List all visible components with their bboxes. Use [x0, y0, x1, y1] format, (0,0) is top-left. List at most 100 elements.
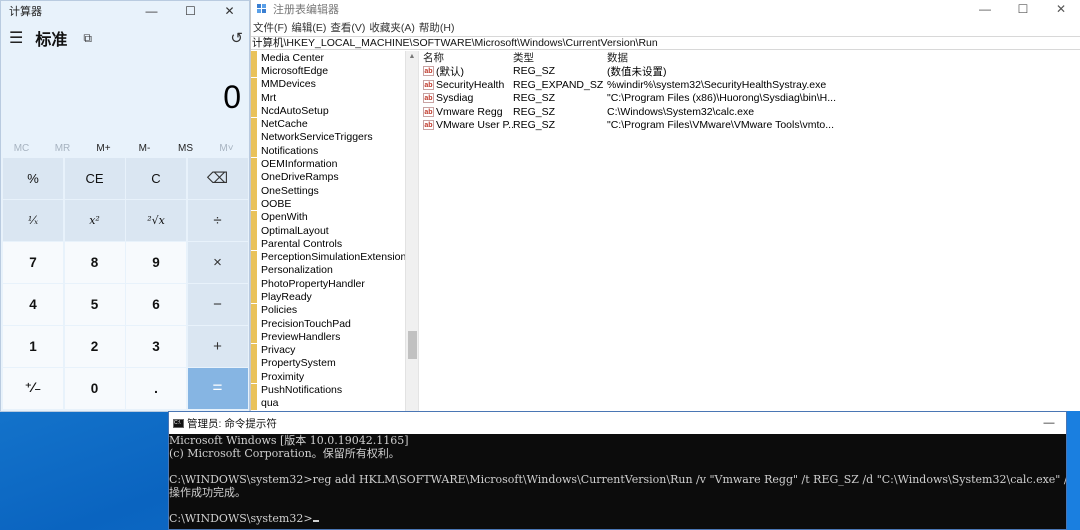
close-button[interactable]: ✕ [210, 1, 249, 21]
tree-item[interactable]: OOBE [251, 197, 406, 211]
tree-item[interactable]: Mrt [251, 91, 406, 105]
square-key[interactable]: x² [64, 200, 125, 241]
equals-key[interactable]: = [187, 368, 248, 409]
folder-icon [251, 224, 257, 237]
registry-value-row[interactable]: ab (默认) REG_SZ (数值未设置) [419, 65, 1080, 79]
decimal-key[interactable]: . [126, 368, 186, 409]
menu-help[interactable]: 帮助(H) [419, 20, 455, 35]
folder-icon [251, 51, 257, 65]
square-root-key[interactable]: ²√x [126, 200, 186, 241]
menu-view[interactable]: 查看(V) [330, 20, 365, 35]
tree-item[interactable]: NcdAutoSetup [251, 104, 406, 118]
cmd-titlebar[interactable]: C:\ 管理员: 命令提示符 — [169, 412, 1066, 434]
tree-item[interactable]: Media Center [251, 51, 406, 65]
minimize-button[interactable]: — [966, 0, 1004, 18]
folder-icon [251, 184, 257, 198]
tree-item[interactable]: Policies [251, 303, 406, 317]
history-icon[interactable]: ↺ [230, 29, 243, 47]
memory-subtract-button[interactable]: M- [124, 139, 165, 159]
tree-item[interactable]: OptimalLayout [251, 224, 406, 237]
menu-file[interactable]: 文件(F) [253, 20, 287, 35]
memory-recall-button[interactable]: MR [42, 139, 83, 159]
maximize-button[interactable]: ☐ [171, 1, 210, 21]
tree-item[interactable]: PerceptionSimulationExtensions [251, 250, 412, 264]
tree-item[interactable]: Privacy [251, 343, 406, 357]
minimize-button[interactable]: — [132, 1, 171, 21]
tree-item[interactable]: OneSettings [251, 184, 406, 198]
command-prompt-icon: C:\ [173, 418, 184, 428]
tree-item[interactable]: Personalization [251, 263, 406, 277]
value-name: SecurityHealth [436, 78, 505, 91]
tree-item[interactable]: OEMInformation [251, 157, 406, 171]
tree-item[interactable]: PlayReady [251, 290, 406, 304]
menu-favorites[interactable]: 收藏夹(A) [369, 20, 415, 35]
tree-item[interactable]: Notifications [251, 144, 406, 158]
folder-icon [251, 77, 257, 91]
reciprocal-key[interactable]: ¹⁄ₓ [3, 200, 63, 241]
memory-store-button[interactable]: MS [165, 139, 206, 159]
subtract-key[interactable]: − [187, 284, 248, 325]
tree-item[interactable]: OpenWith [251, 210, 406, 224]
tree-item[interactable]: PropertySystem [251, 356, 406, 370]
memory-clear-button[interactable]: MC [1, 139, 42, 159]
registry-value-row[interactable]: ab Vmware Regg REG_SZ C:\Windows\System32\c… [419, 105, 1080, 119]
registry-value-row[interactable]: ab Sysdiag REG_SZ "C:\Program Files (x86)\H… [419, 92, 1080, 106]
tree-item[interactable]: MicrosoftEdge [251, 64, 406, 78]
command-prompt-window[interactable]: C:\ 管理员: 命令提示符 — Microsoft Windows [版本 1… [168, 411, 1067, 530]
tree-item[interactable]: qua [251, 396, 406, 410]
menu-edit[interactable]: 编辑(E) [291, 20, 326, 35]
tree-item[interactable]: PrecisionTouchPad [251, 317, 406, 331]
scroll-up-arrow-icon[interactable]: ▲ [406, 51, 418, 63]
tree-item[interactable]: Proximity [251, 370, 406, 384]
registry-value-row[interactable]: ab VMware User P... REG_SZ "C:\Program File… [419, 119, 1080, 133]
address-bar[interactable]: 计算机\HKEY_LOCAL_MACHINE\SOFTWARE\Microsof… [251, 36, 1080, 50]
nine-key[interactable]: 9 [126, 242, 186, 283]
memory-add-button[interactable]: M+ [83, 139, 124, 159]
cmd-output-line: C:\WINDOWS\system32> [169, 512, 1066, 525]
clear-entry-key[interactable]: CE [64, 158, 125, 199]
minimize-button[interactable]: — [1032, 412, 1066, 434]
tree-item[interactable]: PhotoPropertyHandler [251, 277, 406, 291]
tree-item[interactable]: OneDriveRamps [251, 170, 406, 184]
registry-value-row[interactable]: ab SecurityHealth REG_EXPAND_SZ %windir%\sy… [419, 78, 1080, 92]
registry-key-tree[interactable]: Media Center MicrosoftEdge MMDevices Mrt Ncd… [251, 51, 419, 412]
backspace-key[interactable]: ⌫ [187, 158, 248, 199]
string-value-icon: ab [423, 106, 434, 117]
hamburger-menu-icon[interactable]: ☰ [9, 28, 23, 48]
four-key[interactable]: 4 [3, 284, 63, 325]
folder-icon [251, 237, 257, 251]
tree-item[interactable]: PushNotifications [251, 383, 406, 397]
two-key[interactable]: 2 [64, 326, 125, 367]
value-type: REG_SZ [513, 65, 556, 78]
memory-list-button[interactable]: M˅ [206, 139, 247, 159]
multiply-key[interactable]: × [187, 242, 248, 283]
tree-scrollbar[interactable]: ▲ [405, 51, 418, 412]
column-header-type[interactable]: 类型 [513, 50, 607, 65]
one-key[interactable]: 1 [3, 326, 63, 367]
tree-item[interactable]: MMDevices [251, 77, 406, 91]
divide-key[interactable]: ÷ [187, 200, 248, 241]
eight-key[interactable]: 8 [64, 242, 125, 283]
value-data: "C:\Program Files (x86)\Huorong\Sysdiag\… [607, 92, 836, 105]
tree-item[interactable]: Parental Controls [251, 237, 406, 251]
tree-item[interactable]: PreviewHandlers [251, 330, 406, 344]
calculator-titlebar[interactable]: 计算器 — ☐ ✕ [1, 1, 249, 21]
three-key[interactable]: 3 [126, 326, 186, 367]
close-button[interactable]: ✕ [1042, 0, 1080, 18]
cmd-output[interactable]: Microsoft Windows [版本 10.0.19042.1165] (c… [169, 434, 1066, 525]
maximize-button[interactable]: ☐ [1004, 0, 1042, 18]
negate-key[interactable]: ⁺⁄₋ [3, 368, 63, 409]
percent-key[interactable]: % [3, 158, 63, 199]
value-name-cell: ab SecurityHealth [419, 79, 513, 91]
zero-key[interactable]: 0 [64, 368, 125, 409]
tree-item[interactable]: NetworkServiceTriggers [251, 130, 406, 144]
six-key[interactable]: 6 [126, 284, 186, 325]
keep-on-top-icon[interactable]: ⧉ [83, 31, 92, 46]
clear-key[interactable]: C [126, 158, 186, 199]
five-key[interactable]: 5 [64, 284, 125, 325]
add-key[interactable]: + [187, 326, 248, 367]
seven-key[interactable]: 7 [3, 242, 63, 283]
scrollbar-thumb[interactable] [408, 331, 417, 359]
regedit-titlebar[interactable]: 注册表编辑器 — ☐ ✕ [251, 0, 1080, 18]
tree-item[interactable]: NetCache [251, 117, 406, 131]
